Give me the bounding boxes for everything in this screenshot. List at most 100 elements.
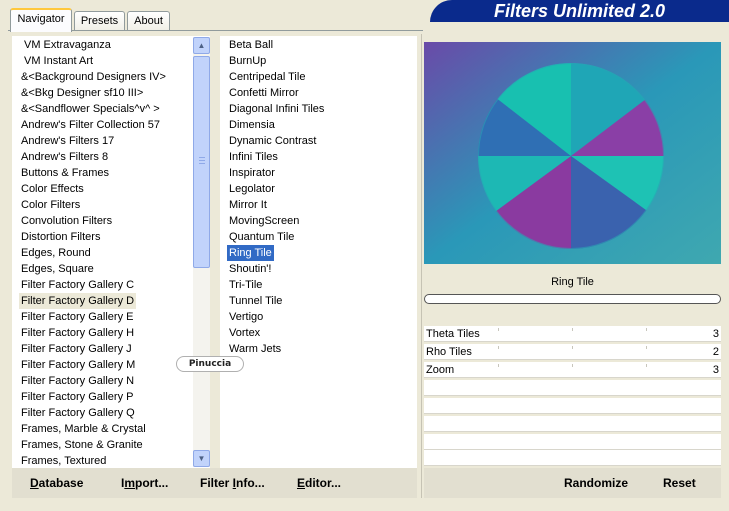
slider-tick	[646, 364, 647, 367]
filter-list-item[interactable]: Inspirator	[227, 165, 277, 181]
category-list-item[interactable]: Filter Factory Gallery H	[19, 325, 136, 341]
tab-navigator[interactable]: Navigator	[10, 8, 72, 32]
category-scrollbar[interactable]: ▲ ▼	[193, 37, 210, 467]
category-list-item[interactable]: Filter Factory Gallery Q	[19, 405, 137, 421]
filter-list-item[interactable]: Confetti Mirror	[227, 85, 301, 101]
button-label: port...	[135, 476, 169, 490]
filter-list-item[interactable]: Vortex	[227, 325, 262, 341]
category-list-item[interactable]: &<Background Designers IV>	[19, 69, 168, 85]
empty-slider-row	[424, 434, 721, 450]
category-list-item[interactable]: Convolution Filters	[19, 213, 114, 229]
slider-rho-tiles[interactable]: Rho Tiles 2	[424, 344, 721, 360]
button-label: nfo...	[236, 476, 265, 490]
filter-list-item[interactable]: Quantum Tile	[227, 229, 296, 245]
filter-list[interactable]: Beta Ball BurnUp Centripedal Tile Confetti …	[220, 36, 417, 468]
slider-tick	[572, 346, 573, 349]
filter-list-item[interactable]: Dynamic Contrast	[227, 133, 318, 149]
accel-key: D	[30, 476, 39, 490]
app-window: Navigator Presets About Filters Unlimite…	[0, 0, 729, 511]
category-list-item[interactable]: &<Bkg Designer sf10 III>	[19, 85, 145, 101]
category-list-item[interactable]: Filter Factory Gallery D	[19, 293, 137, 309]
category-list-item[interactable]: Edges, Round	[19, 245, 93, 261]
filter-list-item[interactable]: Beta Ball	[227, 37, 275, 53]
filter-list-item[interactable]: Diagonal Infini Tiles	[227, 101, 326, 117]
current-filter-label: Ring Tile	[424, 270, 721, 296]
category-list-item[interactable]: &<Sandflower Specials^v^ >	[19, 101, 162, 117]
filter-list-item[interactable]: Ring Tile	[227, 245, 274, 261]
filter-list-item[interactable]: BurnUp	[227, 53, 268, 69]
import-button[interactable]: Import...	[121, 474, 168, 492]
category-list-item[interactable]: Filter Factory Gallery J	[19, 341, 134, 357]
category-list-item[interactable]: Filter Factory Gallery P	[19, 389, 135, 405]
slider-tick	[498, 364, 499, 367]
slider-label: Zoom	[426, 364, 455, 376]
category-list-item[interactable]: Frames, Textured	[19, 453, 108, 469]
randomize-button[interactable]: Randomize	[564, 474, 628, 492]
slider-zoom[interactable]: Zoom 3	[424, 362, 721, 378]
category-list-item[interactable]: Andrew's Filters 8	[19, 149, 110, 165]
slider-theta-tiles[interactable]: Theta Tiles 3	[424, 326, 721, 342]
category-list-item[interactable]: Frames, Stone & Granite	[19, 437, 145, 453]
category-list-item[interactable]: Filter Factory Gallery M	[19, 357, 137, 373]
slider-label: Theta Tiles	[426, 328, 480, 340]
accel-key: m	[124, 476, 136, 490]
category-list-item[interactable]: VM Instant Art	[22, 53, 95, 69]
arrow-down-icon[interactable]: ▼	[193, 450, 210, 467]
editor-button[interactable]: Editor...	[297, 474, 341, 492]
filter-info-button[interactable]: Filter Info...	[200, 474, 265, 492]
filter-list-item[interactable]: Centripedal Tile	[227, 69, 307, 85]
filter-list-item[interactable]: Dimensia	[227, 117, 277, 133]
progress-bar	[424, 294, 721, 304]
slider-value: 2	[712, 346, 719, 358]
preview-image	[424, 42, 721, 264]
category-list-item[interactable]: Color Filters	[19, 197, 82, 213]
category-list-item[interactable]: Edges, Square	[19, 261, 96, 277]
grip-line	[199, 157, 205, 158]
preview-graphic	[424, 42, 721, 264]
watermark-logo: Pinuccia	[176, 356, 244, 372]
filter-list-item[interactable]: Shoutin'!	[227, 261, 273, 277]
filter-list-item[interactable]: Tunnel Tile	[227, 293, 284, 309]
empty-slider-row	[424, 380, 721, 396]
filter-list-item[interactable]: Mirror It	[227, 197, 269, 213]
slider-tick	[646, 346, 647, 349]
tab-presets[interactable]: Presets	[74, 11, 125, 31]
category-list-item[interactable]: Filter Factory Gallery N	[19, 373, 136, 389]
filter-list-item[interactable]: Infini Tiles	[227, 149, 280, 165]
database-button[interactable]: Database	[30, 474, 83, 492]
category-list-item[interactable]: Color Effects	[19, 181, 86, 197]
panel-divider	[421, 34, 422, 498]
empty-slider-row	[424, 416, 721, 432]
empty-slider-row	[424, 450, 721, 466]
empty-slider-row	[424, 398, 721, 414]
filter-list-item[interactable]: Tri-Tile	[227, 277, 264, 293]
category-list-item[interactable]: Filter Factory Gallery E	[19, 309, 135, 325]
filter-list-item[interactable]: Legolator	[227, 181, 277, 197]
grip-line	[199, 163, 205, 164]
category-list-item[interactable]: Andrew's Filter Collection 57	[19, 117, 162, 133]
grip-line	[199, 160, 205, 161]
slider-label: Rho Tiles	[426, 346, 472, 358]
slider-tick	[498, 346, 499, 349]
category-list-item[interactable]: Andrew's Filters 17	[19, 133, 116, 149]
app-title: Filters Unlimited 2.0	[430, 0, 729, 22]
category-list-item[interactable]: Distortion Filters	[19, 229, 102, 245]
arrow-up-icon[interactable]: ▲	[193, 37, 210, 54]
filter-list-item[interactable]: Warm Jets	[227, 341, 283, 357]
category-list-item[interactable]: VM Extravaganza	[22, 37, 113, 53]
scrollbar-thumb[interactable]	[193, 56, 210, 268]
filter-list-item[interactable]: Vertigo	[227, 309, 265, 325]
slider-tick	[498, 328, 499, 331]
filter-list-item[interactable]: MovingScreen	[227, 213, 301, 229]
button-label: atabase	[38, 476, 84, 490]
tab-about[interactable]: About	[127, 11, 170, 31]
slider-tick	[572, 364, 573, 367]
button-label: Filter	[200, 476, 233, 490]
category-list-item[interactable]: Frames, Marble & Crystal	[19, 421, 148, 437]
category-list-item[interactable]: Buttons & Frames	[19, 165, 111, 181]
reset-button[interactable]: Reset	[663, 474, 696, 492]
slider-tick	[572, 328, 573, 331]
slider-tick	[646, 328, 647, 331]
category-list-item[interactable]: Filter Factory Gallery C	[19, 277, 136, 293]
category-list[interactable]: VM Extravaganza VM Instant Art &<Backgroun…	[12, 36, 210, 468]
